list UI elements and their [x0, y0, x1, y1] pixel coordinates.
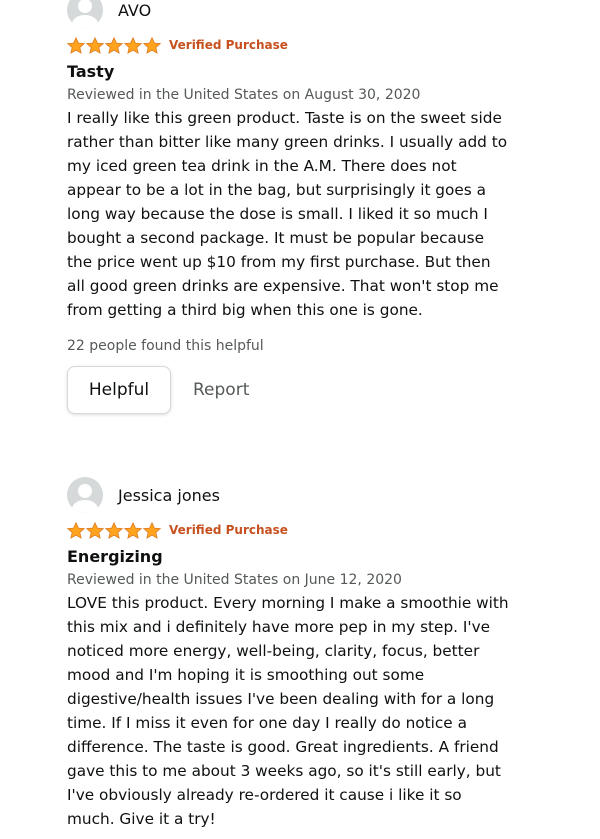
reviews-page: AVO Verified Purchase Tasty Reviewed in … — [0, 0, 600, 839]
review-title[interactable]: Energizing — [67, 546, 600, 568]
avatar — [67, 0, 103, 28]
reviewer-profile[interactable]: Jessica jones — [67, 475, 600, 515]
report-link[interactable]: Report — [193, 380, 249, 400]
verified-purchase-badge: Verified Purchase — [169, 523, 288, 537]
review-date: Reviewed in the United States on June 12… — [67, 572, 402, 588]
reviewer-name[interactable]: Jessica jones — [118, 486, 220, 505]
star-icon — [86, 36, 104, 54]
review-card: AVO Verified Purchase Tasty Reviewed in … — [0, 0, 600, 414]
avatar — [67, 477, 103, 513]
avatar-body-shape — [72, 500, 98, 513]
star-rating[interactable] — [67, 36, 162, 54]
star-icon — [86, 521, 104, 539]
avatar-head-shape — [78, 484, 92, 498]
verified-purchase-badge: Verified Purchase — [169, 38, 288, 52]
star-icon — [143, 36, 161, 54]
star-icon — [124, 36, 142, 54]
star-icon — [124, 521, 142, 539]
avatar-head-shape — [78, 0, 92, 13]
star-icon — [67, 36, 85, 54]
star-icon — [105, 36, 123, 54]
helpful-count: 22 people found this helpful — [67, 338, 264, 354]
rating-row: Verified Purchase — [67, 520, 600, 540]
star-icon — [67, 521, 85, 539]
review-body: LOVE this product. Every morning I make … — [67, 594, 509, 828]
star-rating[interactable] — [67, 521, 162, 539]
rating-row: Verified Purchase — [67, 35, 600, 55]
review-date: Reviewed in the United States on August … — [67, 87, 421, 103]
review-body: I really like this green product. Taste … — [67, 109, 508, 319]
reviewer-name[interactable]: AVO — [118, 1, 151, 20]
review-actions: Helpful Report — [67, 366, 600, 414]
star-icon — [105, 521, 123, 539]
review-title[interactable]: Tasty — [67, 61, 600, 83]
star-icon — [143, 521, 161, 539]
avatar-body-shape — [72, 15, 98, 28]
helpful-button[interactable]: Helpful — [67, 366, 171, 414]
reviewer-profile[interactable]: AVO — [67, 0, 600, 30]
review-card: Jessica jones Verified Purchase Energizi… — [0, 475, 600, 831]
